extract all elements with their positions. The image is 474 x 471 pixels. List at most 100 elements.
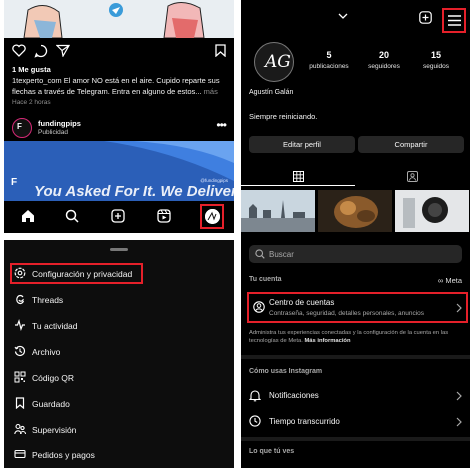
menu-item-activity[interactable]: Tu actividad xyxy=(10,316,220,336)
ad-banner[interactable]: F @fundingpips You Asked For It. We Deli… xyxy=(4,141,234,201)
search-input[interactable] xyxy=(269,247,454,261)
post-illustration[interactable] xyxy=(4,0,234,38)
profile-panel: AG 5 publicaciones 20 seguidores 15 segu… xyxy=(241,0,470,237)
activity-icon xyxy=(14,319,26,331)
settings-highlight-box xyxy=(10,263,143,284)
feed-panel: 1 Me gusta 1texperto_com El amor NO está… xyxy=(4,0,234,233)
accounts-center-note: Administra tus experiencias conectadas y… xyxy=(249,329,465,345)
stat-value: 15 xyxy=(430,50,441,60)
archive-icon xyxy=(14,345,26,357)
more-options-icon[interactable]: ••• xyxy=(216,118,227,132)
menu-item-label: Supervisión xyxy=(32,425,77,435)
bookmark-icon[interactable] xyxy=(215,44,226,57)
stat-followers[interactable]: 20 seguidores xyxy=(354,50,414,70)
post-thumbnail[interactable] xyxy=(241,190,315,232)
create-icon[interactable] xyxy=(111,209,125,223)
create-icon[interactable] xyxy=(419,11,432,24)
ad-banner-text: You Asked For It. We Delivered. xyxy=(34,183,234,200)
section-how-you-use: Cómo usas Instagram xyxy=(249,368,323,375)
stat-following[interactable]: 15 seguidos xyxy=(406,50,466,70)
section-divider xyxy=(241,355,470,359)
menu-item-supervision[interactable]: Supervisión xyxy=(10,420,220,440)
ad-banner-logo: F xyxy=(11,177,18,188)
accounts-center-title: Centro de cuentas xyxy=(269,298,335,307)
menu-item-label: Código QR xyxy=(32,373,75,383)
meta-logo: ∞ Meta xyxy=(437,276,462,285)
stat-label: publicaciones xyxy=(309,63,349,70)
section-what-you-see: Lo que tú ves xyxy=(249,448,295,455)
post-actions xyxy=(12,44,226,60)
stat-value: 5 xyxy=(326,50,332,60)
section-divider xyxy=(241,437,470,441)
settings-row-notifications[interactable]: Notificaciones xyxy=(249,387,462,405)
chevron-down-icon[interactable] xyxy=(338,13,348,19)
ad-account-name[interactable]: fundingpips xyxy=(38,119,81,128)
clock-icon xyxy=(249,415,261,427)
reels-icon[interactable] xyxy=(157,209,171,223)
profile-avatar[interactable] xyxy=(205,209,220,224)
menu-item-label: Pedidos y pagos xyxy=(32,450,95,460)
caption-text: 1texperto_com El amor NO está en el aire… xyxy=(12,76,220,96)
menu-item-threads[interactable]: Threads xyxy=(10,290,220,310)
profile-name: Agustín Galán xyxy=(249,89,294,96)
stat-label: seguidores xyxy=(368,63,400,70)
accounts-center-subtitle: Contraseña, seguridad, detalles personal… xyxy=(269,310,425,317)
ad-avatar-letter: F xyxy=(17,122,22,131)
chevron-right-icon xyxy=(456,417,462,427)
menu-item-qr[interactable]: Código QR xyxy=(10,368,220,388)
post-thumbnail[interactable] xyxy=(318,190,392,232)
sheet-handle[interactable] xyxy=(110,248,128,251)
menu-item-orders[interactable]: Pedidos y pagos xyxy=(10,445,220,465)
menu-item-label: Guardado xyxy=(32,399,70,409)
ad-avatar[interactable]: F xyxy=(12,118,32,138)
post-thumbnail[interactable] xyxy=(395,190,469,232)
ad-sponsored-label: Publicidad xyxy=(38,129,68,136)
bookmark-icon xyxy=(14,397,26,409)
section-your-account: Tu cuenta xyxy=(249,276,282,283)
account-circle-icon xyxy=(253,301,265,313)
post-timestamp: Hace 2 horas xyxy=(12,99,51,106)
profile-tabs xyxy=(241,168,470,186)
menu-item-archive[interactable]: Archivo xyxy=(10,342,220,362)
card-icon xyxy=(14,448,26,460)
share-profile-button[interactable]: Compartir xyxy=(358,136,464,153)
settings-row-time-spent[interactable]: Tiempo transcurrido xyxy=(249,413,462,431)
menu-item-label: Tu actividad xyxy=(32,321,78,331)
profile-menu-sheet: Configuración y privacidad Threads Tu ac… xyxy=(4,240,234,468)
caption-more-link[interactable]: más xyxy=(204,87,218,96)
more-info-link[interactable]: Más información xyxy=(304,338,350,344)
ad-header: F fundingpips Publicidad ••• xyxy=(12,116,227,140)
settings-row-label: Notificaciones xyxy=(269,391,319,400)
search-icon xyxy=(255,249,265,259)
bottom-nav xyxy=(4,202,234,233)
tagged-icon[interactable] xyxy=(407,171,418,182)
share-icon[interactable] xyxy=(56,44,70,57)
menu-item-label: Archivo xyxy=(32,347,61,357)
grid-icon[interactable] xyxy=(293,171,304,182)
qr-icon xyxy=(14,371,26,383)
menu-item-label: Threads xyxy=(32,295,64,305)
settings-search[interactable] xyxy=(249,245,462,263)
hamburger-menu-highlight[interactable] xyxy=(442,8,466,33)
threads-icon xyxy=(14,293,26,305)
chevron-right-icon xyxy=(456,391,462,401)
profile-bio: Siempre reiniciando. xyxy=(249,112,318,121)
comment-icon[interactable] xyxy=(34,44,48,58)
search-icon[interactable] xyxy=(65,209,79,223)
profile-nav-highlight[interactable] xyxy=(200,204,224,229)
accounts-center-item[interactable]: Centro de cuentas Contraseña, seguridad,… xyxy=(247,292,468,323)
home-icon[interactable] xyxy=(21,209,35,223)
active-tab-indicator xyxy=(241,184,355,186)
menu-item-saved[interactable]: Guardado xyxy=(10,394,220,414)
stat-posts[interactable]: 5 publicaciones xyxy=(299,50,359,70)
hamburger-menu-icon[interactable] xyxy=(448,15,461,26)
stat-label: seguidos xyxy=(422,63,450,70)
profile-top-bar xyxy=(241,8,470,33)
stat-value: 20 xyxy=(378,50,389,60)
profile-avatar[interactable]: AG xyxy=(254,42,294,82)
heart-icon[interactable] xyxy=(12,44,26,57)
likes-count[interactable]: 1 Me gusta xyxy=(12,65,51,74)
settings-panel: Tu cuenta ∞ Meta Centro de cuentas Contr… xyxy=(241,237,470,468)
chevron-right-icon xyxy=(456,303,462,313)
edit-profile-button[interactable]: Editar perfil xyxy=(249,136,355,153)
